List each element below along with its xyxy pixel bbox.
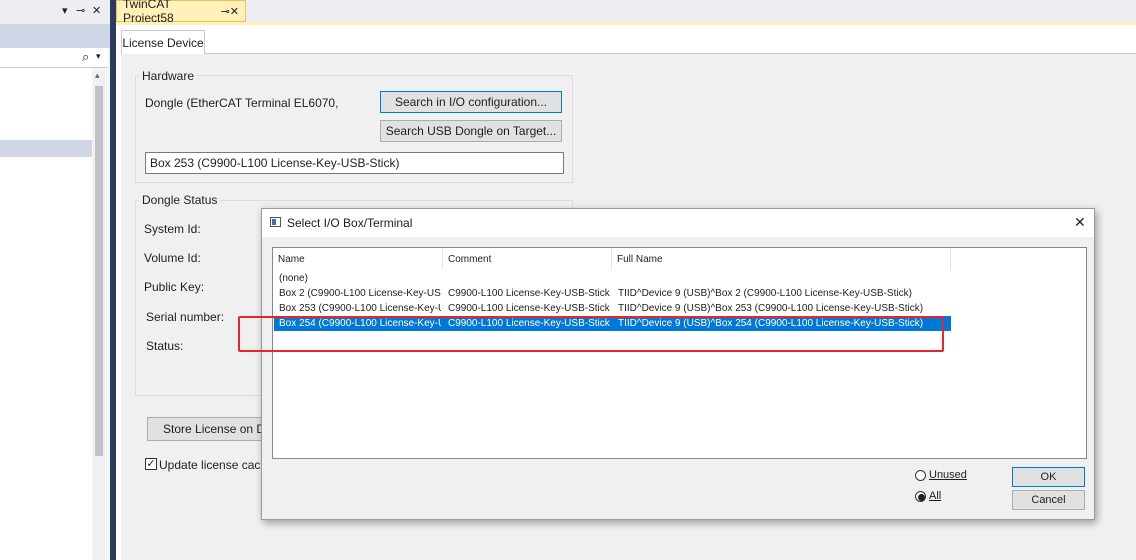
radio-all[interactable] — [915, 491, 926, 502]
column-header-comment[interactable]: Comment — [443, 248, 612, 270]
volume-id-label: Volume Id: — [144, 251, 201, 265]
serial-number-label: Serial number: — [146, 310, 225, 324]
search-icon[interactable]: ⌕ — [82, 49, 89, 65]
pin-icon[interactable]: ⊸ — [76, 4, 85, 17]
tab-license-device-label: License Device — [122, 35, 204, 50]
row-comment: C9900-L100 License-Key-USB-Stick — [448, 288, 610, 299]
dialog-app-icon-fill — [272, 219, 276, 225]
radio-unused-label: Unused — [929, 469, 967, 481]
document-tab-twincat-project[interactable]: TwinCAT Project58 ⊸ ✕ — [116, 0, 246, 25]
column-header-full-name[interactable]: Full Name — [612, 248, 951, 270]
row-full-name: TIID^Device 9 (USB)^Box 2 (C9900-L100 Li… — [618, 288, 912, 299]
row-comment: C9900-L100 License-Key-USB-Stick — [448, 303, 610, 314]
search-usb-dongle-button[interactable]: Search USB Dongle on Target... — [380, 120, 562, 142]
list-item[interactable]: Box 253 (C9900-L100 License-Key-U... C99… — [274, 301, 951, 316]
left-scrollbar-thumb[interactable] — [95, 86, 103, 456]
dialog-close-icon[interactable]: ✕ — [1074, 214, 1086, 231]
left-panel-titlebar: ▾ ⊸ ✕ — [0, 0, 110, 24]
column-header-name[interactable]: Name — [273, 248, 443, 270]
row-name: Box 2 (C9900-L100 License-Key-USB... — [279, 288, 441, 299]
document-tab-close-icon[interactable]: ✕ — [230, 5, 239, 18]
system-id-label: System Id: — [144, 222, 201, 236]
dropdown-icon[interactable]: ▾ — [62, 4, 68, 17]
checkmark-icon: ✓ — [146, 458, 156, 470]
left-panel-toolbar — [0, 24, 110, 48]
selected-box-field[interactable]: Box 253 (C9900-L100 License-Key-USB-Stic… — [145, 152, 564, 174]
status-label: Status: — [146, 339, 184, 353]
dialog-title: Select I/O Box/Terminal — [287, 216, 413, 230]
tab-license-device[interactable]: License Device — [121, 30, 205, 54]
update-license-cache-checkbox[interactable]: ✓ — [145, 458, 157, 470]
tab-divider — [121, 53, 1136, 54]
dialog-titlebar[interactable]: Select I/O Box/Terminal ✕ — [262, 209, 1094, 237]
public-key-label: Public Key: — [144, 280, 205, 294]
scroll-up-icon[interactable]: ▴ — [95, 70, 100, 81]
io-box-list[interactable]: Name Comment Full Name (none) Box 2 (C99… — [272, 247, 1087, 459]
tree-selected-item[interactable] — [0, 140, 92, 157]
document-tab-pin-icon[interactable]: ⊸ — [221, 5, 230, 18]
dialog-app-icon — [270, 217, 281, 227]
radio-unused[interactable] — [915, 470, 926, 481]
radio-all-label: All — [929, 490, 942, 502]
annotation-highlight-box — [238, 316, 944, 352]
list-item[interactable]: (none) — [274, 271, 951, 286]
dongle-status-group-title: Dongle Status — [139, 193, 221, 207]
left-search-input[interactable]: ⌕ ▾ — [0, 48, 108, 68]
close-icon[interactable]: ✕ — [92, 4, 101, 17]
select-io-box-dialog: Select I/O Box/Terminal ✕ Name Comment F… — [261, 208, 1095, 520]
update-license-cache-label: Update license cache — [159, 458, 274, 472]
list-item[interactable]: Box 2 (C9900-L100 License-Key-USB... C99… — [274, 286, 951, 301]
search-dropdown-icon[interactable]: ▾ — [96, 51, 101, 62]
ok-button[interactable]: OK — [1012, 467, 1085, 487]
row-name: (none) — [279, 273, 308, 284]
row-name: Box 253 (C9900-L100 License-Key-U... — [279, 303, 441, 314]
cancel-button[interactable]: Cancel — [1012, 490, 1085, 510]
row-full-name: TIID^Device 9 (USB)^Box 253 (C9900-L100 … — [618, 303, 924, 314]
dongle-label: Dongle (EtherCAT Terminal EL6070, — [145, 96, 339, 110]
hardware-group-title: Hardware — [139, 69, 198, 83]
search-io-configuration-button[interactable]: Search in I/O configuration... — [380, 91, 562, 113]
